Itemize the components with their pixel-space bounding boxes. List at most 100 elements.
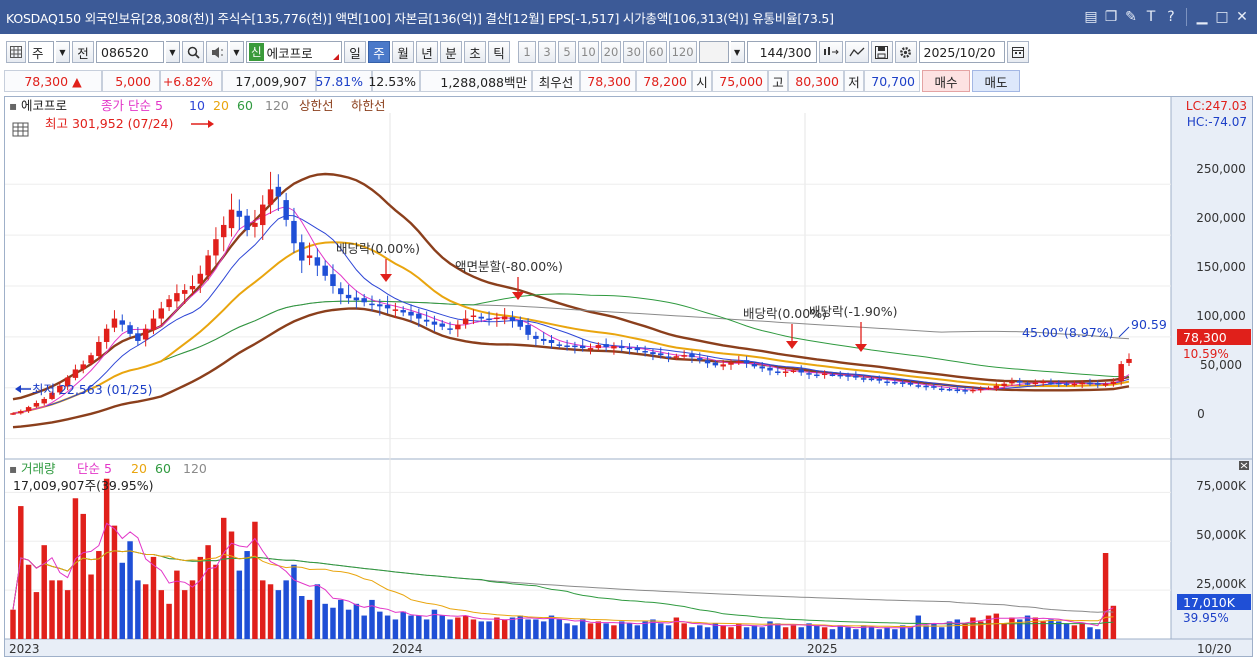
y-tick-200000: 200,000 — [1196, 211, 1246, 225]
period-day[interactable]: 일 — [344, 41, 366, 63]
legend-ma60[interactable]: 60 — [237, 98, 253, 113]
candle — [299, 234, 305, 274]
chevron-down-icon[interactable]: ▼ — [166, 41, 180, 63]
volume-bar — [540, 621, 547, 639]
stock-code-input[interactable]: 086520 — [96, 41, 164, 63]
volume-bar — [96, 551, 102, 639]
copy-icon[interactable]: ❐ — [1102, 8, 1120, 26]
buy-button[interactable]: 매수 — [922, 70, 970, 92]
volume-bar — [462, 615, 469, 639]
jeon-button[interactable]: 전 — [72, 41, 94, 63]
custom-interval-input[interactable] — [698, 41, 729, 63]
minute-3[interactable]: 3 — [538, 41, 556, 63]
candle-body — [579, 345, 586, 349]
legend-vol-ma120[interactable]: 120 — [183, 461, 207, 476]
minute-5[interactable]: 5 — [558, 41, 576, 63]
chevron-down-icon[interactable]: ▼ — [730, 41, 745, 63]
legend-ma10[interactable]: 10 — [189, 98, 205, 113]
period-minute[interactable]: 분 — [440, 41, 462, 63]
legend-upper-band[interactable]: 상한선 — [299, 98, 334, 113]
minimize-icon[interactable]: ▁ — [1193, 8, 1211, 26]
settings-button[interactable] — [894, 41, 917, 63]
trend-angle-label: 45.00°(8.97%) — [1022, 325, 1114, 340]
candle-body — [1001, 383, 1007, 386]
hc-label: HC:-74.07 — [1187, 115, 1247, 129]
candle-body — [728, 362, 734, 365]
sound-button[interactable] — [206, 41, 228, 63]
stock-name-field[interactable]: 신 에코프로 — [246, 41, 342, 63]
legend-vol-ma60[interactable]: 60 — [155, 461, 171, 476]
period-month[interactable]: 월 — [392, 41, 414, 63]
minute-1[interactable]: 1 — [518, 41, 536, 63]
candle-body — [611, 346, 617, 349]
minute-10[interactable]: 10 — [578, 41, 599, 63]
volume-bar — [751, 625, 758, 639]
text-icon[interactable]: T — [1142, 8, 1160, 26]
chevron-down-icon[interactable]: ▼ — [230, 41, 244, 63]
volume-bar — [478, 621, 484, 639]
calendar-button[interactable] — [1006, 41, 1029, 63]
legend-vol-ma20[interactable]: 20 — [131, 461, 147, 476]
candle-body — [954, 389, 961, 392]
legend-lower-band[interactable]: 하한선 — [351, 98, 386, 113]
compare-button[interactable] — [818, 41, 843, 63]
candle-body — [1063, 383, 1070, 385]
volume-bar — [1048, 619, 1054, 639]
minute-120[interactable]: 120 — [668, 41, 697, 63]
legend-square-icon: ▪ — [9, 462, 17, 476]
legend-vol-ma5[interactable]: 단순 5 — [77, 461, 112, 476]
legend-ma20[interactable]: 20 — [213, 98, 229, 113]
period-tick[interactable]: 틱 — [488, 41, 510, 63]
help-icon[interactable]: ? — [1162, 8, 1180, 26]
pane-close-icon[interactable] — [1239, 461, 1249, 470]
volume-bar — [642, 621, 648, 639]
chart-toolbar: 주 ▼ 전 086520 ▼ ▼ 신 에코프로 일 주 월 년 분 초 틱 1 3 … — [0, 38, 1257, 66]
date-input[interactable]: 2025/10/20 — [918, 41, 1005, 63]
candle-body — [244, 215, 250, 231]
legend-volume[interactable]: 거래량 — [21, 461, 56, 476]
candle-body — [556, 344, 563, 346]
legend-ma5[interactable]: 종가 단순 5 — [101, 98, 163, 113]
candle-body — [759, 366, 765, 369]
grid-menu-button[interactable] — [6, 41, 26, 63]
compare-icon — [823, 47, 839, 55]
candle-body — [673, 356, 680, 358]
minute-20[interactable]: 20 — [600, 41, 622, 63]
trendline-button[interactable] — [844, 41, 869, 63]
candle-body — [119, 320, 125, 325]
sell-button[interactable]: 매도 — [972, 70, 1020, 92]
candle-body — [377, 304, 383, 307]
candle — [220, 216, 227, 252]
count-value: 144 — [759, 44, 784, 60]
search-button[interactable] — [182, 41, 204, 63]
candle-body — [767, 367, 773, 371]
candle-body — [782, 371, 789, 373]
type-select[interactable]: 주 — [28, 41, 54, 63]
legend-ma120[interactable]: 120 — [265, 98, 289, 113]
table-toggle-icon[interactable] — [12, 122, 29, 137]
layout-icon[interactable]: ▤ — [1082, 8, 1100, 26]
candle-body — [1079, 382, 1085, 385]
stock-chart[interactable]: ▪ 에코프로 종가 단순 5 10 20 60 120 상한선 하한선 LC:2… — [5, 97, 1252, 656]
volume-bar — [923, 625, 929, 639]
minute-30[interactable]: 30 — [623, 41, 644, 63]
period-year[interactable]: 년 — [416, 41, 438, 63]
price-value: 78,300 — [24, 73, 69, 89]
legend-stock[interactable]: 에코프로 — [21, 98, 67, 113]
candle-body — [400, 310, 406, 313]
period-second[interactable]: 초 — [464, 41, 486, 63]
chart-panel[interactable]: ▪ 에코프로 종가 단순 5 10 20 60 120 상한선 하한선 LC:2… — [4, 96, 1253, 657]
volume-gridlines — [5, 491, 1171, 591]
volume-bar — [681, 623, 687, 639]
candle-body — [1048, 382, 1054, 385]
save-button[interactable] — [870, 41, 893, 63]
chevron-down-icon[interactable]: ▼ — [56, 41, 70, 63]
period-week[interactable]: 주 — [368, 41, 390, 63]
close-icon[interactable]: ✕ — [1233, 8, 1251, 26]
tools-icon[interactable]: ✎ — [1122, 8, 1140, 26]
count-field[interactable]: 144/300 — [746, 41, 817, 63]
candle — [142, 324, 149, 347]
maximize-icon[interactable]: □ — [1213, 8, 1231, 26]
annotation-text: 배당락(0.00%) — [336, 241, 420, 256]
minute-60[interactable]: 60 — [645, 41, 667, 63]
